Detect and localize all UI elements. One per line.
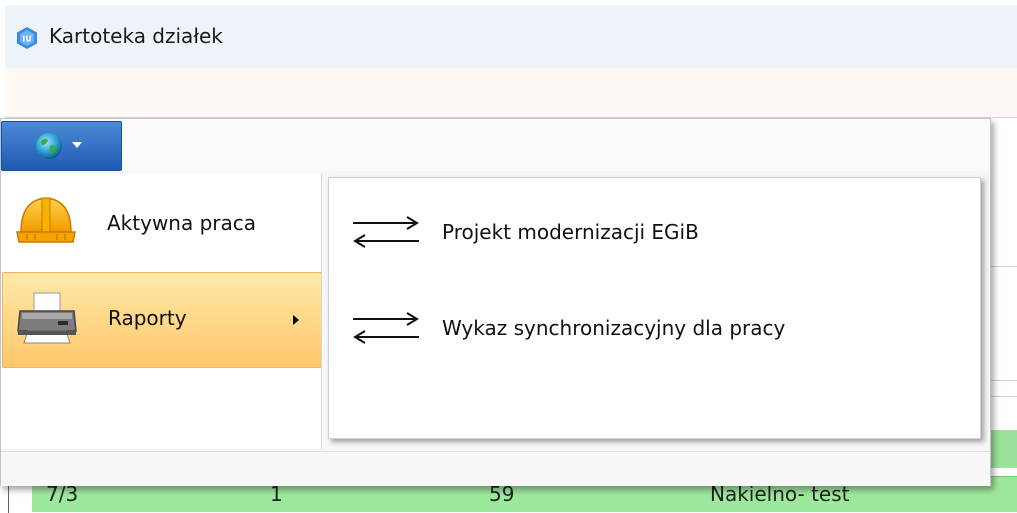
printer-icon (17, 292, 77, 344)
submenu-item-label: Wykaz synchronizacyjny dla pracy (442, 316, 786, 340)
app-logo-icon: IU (17, 27, 37, 49)
window-title: Kartoteka działek (49, 24, 223, 48)
application-menu: Aktywna praca Raporty Projekt modernizac… (0, 118, 991, 486)
swap-arrows-icon (353, 312, 419, 344)
submenu-item-wykaz-synchronizacyjny[interactable]: Wykaz synchronizacyjny dla pracy (329, 282, 980, 378)
grid-row-partial (988, 430, 1017, 468)
menu-divider (321, 174, 322, 449)
swap-arrows-icon (353, 216, 419, 248)
title-bar: IU Kartoteka działek (5, 5, 1017, 68)
submenu-item-label: Projekt modernizacji EGiB (442, 220, 699, 244)
ribbon-strip (5, 68, 1017, 118)
menu-item-label: Raporty (108, 306, 187, 330)
menu-item-aktywna-praca[interactable]: Aktywna praca (2, 178, 320, 272)
raporty-submenu: Projekt modernizacji EGiB Wykaz synchron… (328, 177, 981, 439)
globe-icon (36, 133, 62, 159)
grid-line (990, 396, 1017, 397)
menu-items-panel: Aktywna praca Raporty (1, 174, 322, 449)
grid-line (990, 380, 1017, 381)
chevron-right-icon (293, 315, 299, 325)
menu-header (1, 119, 990, 171)
grid-line (990, 266, 1017, 267)
menu-footer (1, 451, 990, 486)
chevron-down-icon (72, 142, 82, 148)
submenu-item-projekt-modernizacji[interactable]: Projekt modernizacji EGiB (329, 186, 980, 282)
application-menu-button[interactable] (1, 121, 122, 171)
hard-hat-icon (16, 197, 76, 243)
menu-item-label: Aktywna praca (107, 211, 257, 235)
svg-text:IU: IU (22, 35, 31, 44)
menu-item-raporty[interactable]: Raporty (2, 272, 322, 368)
